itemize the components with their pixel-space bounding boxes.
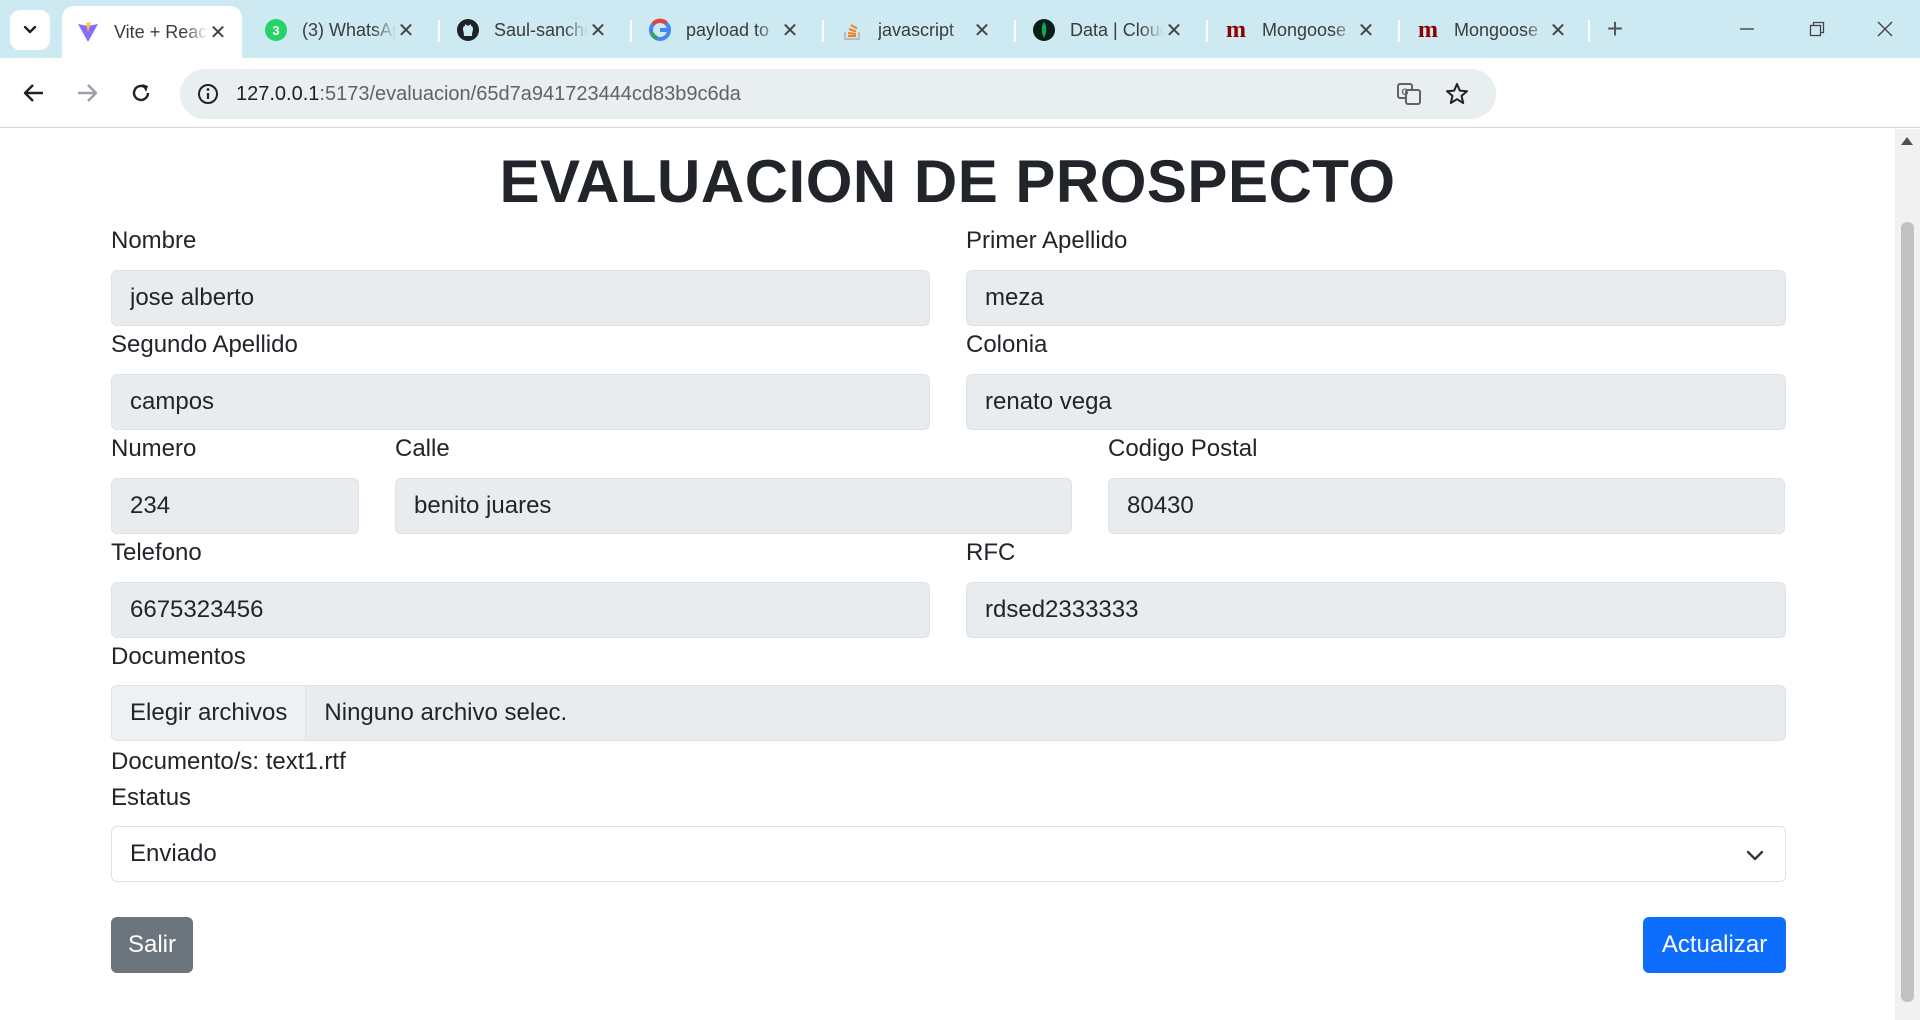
label-estatus: Estatus	[111, 784, 192, 811]
label-documentos: Documentos	[111, 643, 246, 670]
url-text: 127.0.0.1:5173/evaluacion/65d7a941723444…	[236, 83, 741, 105]
close-icon	[1877, 21, 1893, 37]
reload-button[interactable]	[121, 73, 161, 113]
close-icon[interactable]: ✕	[1356, 18, 1376, 43]
tab-strip: Vite + React ✕ 3 (3) WhatsApp ✕ Saul-san…	[0, 0, 1920, 58]
close-icon[interactable]: ✕	[780, 18, 800, 43]
label-calle: Calle	[395, 435, 450, 462]
tab-separator	[1588, 20, 1590, 42]
close-icon[interactable]: ✕	[396, 18, 416, 43]
chevron-down-icon	[23, 25, 37, 34]
tab-title: Mongoose	[1454, 19, 1539, 40]
bookmark-star-icon[interactable]	[1444, 81, 1470, 107]
label-nombre: Nombre	[111, 227, 197, 254]
tab-github[interactable]: Saul-sanchez ✕	[442, 10, 622, 50]
file-status-text: Ninguno archivo selec.	[324, 699, 568, 726]
tab-stackoverflow[interactable]: javascript ✕	[826, 10, 1006, 50]
arrow-left-icon	[23, 84, 43, 102]
label-codigo-postal: Codigo Postal	[1108, 435, 1258, 462]
scrollbar-thumb[interactable]	[1901, 222, 1914, 1002]
browser-toolbar: 127.0.0.1:5173/evaluacion/65d7a941723444…	[0, 58, 1920, 168]
site-info-icon[interactable]	[196, 82, 220, 106]
chevron-down-icon	[1746, 850, 1764, 861]
tab-separator	[1398, 20, 1400, 42]
minimize-button[interactable]	[1724, 8, 1770, 50]
tab-title: Vite + React	[114, 21, 208, 42]
new-tab-button[interactable]: +	[1600, 12, 1630, 48]
close-icon[interactable]: ✕	[588, 18, 608, 43]
forward-button[interactable]	[67, 73, 107, 113]
label-colonia: Colonia	[966, 331, 1048, 358]
numero-input[interactable]	[111, 478, 359, 534]
close-icon[interactable]: ✕	[972, 18, 992, 43]
segundo-apellido-input[interactable]	[111, 374, 930, 430]
translate-icon[interactable]: G	[1396, 81, 1422, 107]
label-numero: Numero	[111, 435, 197, 462]
page-scrollbar[interactable]	[1895, 129, 1920, 1020]
label-telefono: Telefono	[111, 539, 202, 566]
tab-mongoose-2[interactable]: m Mongoose ✕	[1402, 10, 1582, 50]
restore-button[interactable]	[1794, 8, 1840, 50]
rfc-input[interactable]	[966, 582, 1786, 638]
tab-title: Data | Cloud	[1070, 19, 1164, 40]
label-primer-apellido: Primer Apellido	[966, 227, 1128, 254]
github-icon	[456, 18, 480, 42]
whatsapp-icon: 3	[264, 18, 288, 42]
tab-mongodb-data[interactable]: Data | Cloud ✕	[1018, 10, 1198, 50]
close-icon[interactable]: ✕	[208, 20, 228, 45]
tab-title: Mongoose	[1262, 19, 1347, 40]
mongodb-icon	[1032, 18, 1056, 42]
tab-separator	[1014, 20, 1016, 42]
estatus-select[interactable]: Enviado	[111, 826, 1786, 882]
calle-input[interactable]	[395, 478, 1072, 534]
restore-icon	[1809, 21, 1825, 37]
label-rfc: RFC	[966, 539, 1016, 566]
salir-button[interactable]: Salir	[111, 917, 193, 973]
codigo-postal-input[interactable]	[1108, 478, 1785, 534]
tab-search-button[interactable]	[10, 10, 50, 50]
google-icon	[648, 18, 672, 42]
tab-separator	[822, 20, 824, 42]
tab-mongoose-1[interactable]: m Mongoose ✕	[1210, 10, 1390, 50]
tab-title: Saul-sanchez	[494, 19, 588, 40]
close-icon[interactable]: ✕	[1548, 18, 1568, 43]
mongoose-icon: m	[1226, 16, 1246, 43]
tab-separator	[630, 20, 632, 42]
svg-text:G: G	[1401, 87, 1408, 97]
tab-vite-react[interactable]: Vite + React ✕	[62, 6, 242, 58]
stackoverflow-icon	[840, 18, 864, 42]
actualizar-button[interactable]: Actualizar	[1643, 917, 1786, 973]
back-button[interactable]	[14, 73, 54, 113]
tab-title: payload to	[686, 19, 770, 40]
tab-whatsapp[interactable]: 3 (3) WhatsApp ✕	[250, 10, 430, 50]
estatus-selected-value: Enviado	[130, 840, 217, 867]
mongoose-icon: m	[1418, 16, 1438, 43]
close-window-button[interactable]	[1862, 8, 1908, 50]
tab-title: (3) WhatsApp	[302, 19, 396, 40]
tab-separator	[1206, 20, 1208, 42]
documents-note: Documento/s: text1.rtf	[111, 748, 346, 775]
scroll-up-arrow-icon[interactable]	[1901, 137, 1913, 145]
page-title: EVALUACION DE PROSPECTO	[499, 148, 1396, 215]
address-bar[interactable]: 127.0.0.1:5173/evaluacion/65d7a941723444…	[180, 69, 1496, 119]
label-segundo-apellido: Segundo Apellido	[111, 331, 298, 358]
primer-apellido-input[interactable]	[966, 270, 1786, 326]
vite-icon	[76, 20, 100, 44]
close-icon[interactable]: ✕	[1164, 18, 1184, 43]
reload-icon	[132, 84, 150, 102]
tab-separator	[438, 20, 440, 42]
svg-text:3: 3	[272, 23, 279, 38]
telefono-input[interactable]	[111, 582, 930, 638]
colonia-input[interactable]	[966, 374, 1786, 430]
tab-google-search[interactable]: payload to ✕	[634, 10, 814, 50]
tab-title: javascript	[878, 19, 955, 40]
nombre-input[interactable]	[111, 270, 930, 326]
documentos-file-input[interactable]: Elegir archivos Ninguno archivo selec.	[111, 685, 1786, 741]
minimize-icon	[1740, 28, 1754, 30]
choose-files-button[interactable]: Elegir archivos	[112, 686, 307, 740]
page-content: EVALUACION DE PROSPECTO Nombre Primer Ap…	[0, 129, 1895, 1020]
arrow-right-icon	[78, 84, 98, 102]
